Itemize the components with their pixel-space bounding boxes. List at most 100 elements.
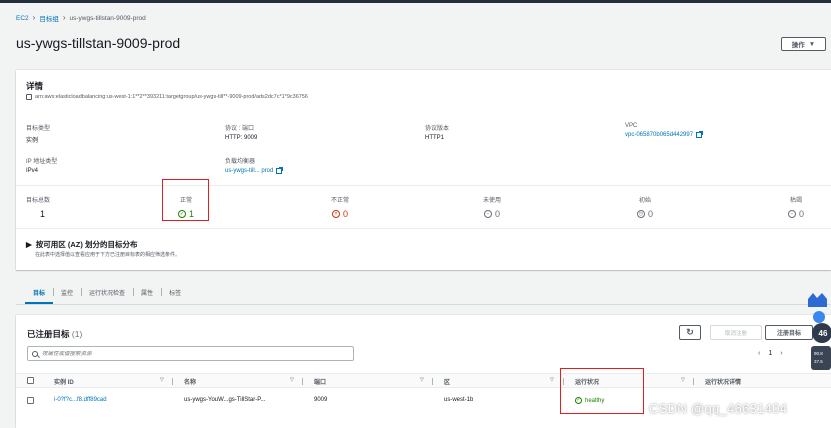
stat-unhealthy[interactable]: 不正常 × 0 bbox=[320, 195, 360, 219]
stat-initial-value: 0 bbox=[647, 209, 653, 219]
load-balancer-label: 负载均衡器 bbox=[225, 159, 256, 165]
column-divider bbox=[172, 378, 173, 385]
ip-type-label: IP 地址类型 bbox=[26, 159, 58, 165]
external-link-icon bbox=[276, 167, 284, 174]
upload-speed: 90.8 bbox=[814, 351, 823, 356]
ip-type: IP 地址类型 IPv4 bbox=[26, 156, 57, 174]
sort-icon[interactable]: ▽ bbox=[420, 377, 424, 383]
select-all-checkbox[interactable] bbox=[27, 377, 34, 384]
highlight-box bbox=[560, 368, 644, 414]
prev-page-icon[interactable]: ‹ bbox=[758, 350, 760, 357]
instance-zone: us-west-1b bbox=[444, 397, 474, 403]
stat-initial-label: 初始 bbox=[638, 198, 651, 204]
protocol-port-value: HTTP: 9009 bbox=[225, 135, 258, 141]
details-panel: 详情 arn:aws:elasticloadbalancing:us-west-… bbox=[16, 70, 831, 270]
actions-label: 操作 bbox=[791, 42, 805, 49]
az-description: 在此表中选择值以查看应用于下方已注册目标表的相应筛选条件。 bbox=[35, 252, 181, 258]
protocol-port: 协议 : 端口 HTTP: 9009 bbox=[225, 123, 257, 141]
stat-unhealthy-value: 0 bbox=[342, 209, 348, 219]
az-distribution-toggle[interactable]: ▶ 按可用区 (AZ) 划分的目标分布 bbox=[26, 239, 137, 250]
stat-unused[interactable]: 未使用 − 0 bbox=[472, 195, 512, 219]
tab-tags[interactable]: 标签 bbox=[161, 288, 189, 304]
load-balancer-link[interactable]: us-ywgs-till... prod bbox=[225, 167, 284, 174]
stat-unused-label: 未使用 bbox=[482, 198, 501, 204]
vpc-value: vpc-065870b065d442997 bbox=[625, 132, 694, 138]
actions-button[interactable]: 操作 ▼ bbox=[781, 37, 826, 51]
targets-heading: 已注册目标 (1) bbox=[27, 328, 82, 340]
stat-total-label: 目标总数 bbox=[26, 198, 51, 204]
column-divider bbox=[693, 378, 694, 385]
protocol-port-label: 协议 : 端口 bbox=[225, 126, 255, 132]
tab-targets[interactable]: 目标 bbox=[25, 288, 54, 304]
pagination: ‹ 1 › bbox=[758, 350, 783, 357]
target-type-label: 目标类型 bbox=[26, 126, 51, 132]
stat-draining-label: 枯竭 bbox=[789, 198, 802, 204]
breadcrumb-target-groups[interactable]: 目标组 bbox=[39, 13, 59, 23]
stat-draining[interactable]: 枯竭 − 0 bbox=[776, 195, 816, 219]
vpc-label: VPC bbox=[625, 123, 638, 129]
clock-icon: ◷ bbox=[636, 210, 645, 218]
instance-id-link[interactable]: i-0?f?c...f8.dff89cad bbox=[54, 397, 107, 403]
deregister-button[interactable]: 取消注册 bbox=[710, 325, 762, 340]
next-page-icon[interactable]: › bbox=[780, 350, 782, 357]
stat-initial[interactable]: 初始 ◷ 0 bbox=[625, 195, 665, 219]
page-title: us-ywgs-tillstan-9009-prod bbox=[16, 35, 181, 51]
az-title: 按可用区 (AZ) 划分的目标分布 bbox=[35, 240, 138, 249]
divider bbox=[16, 228, 831, 229]
refresh-icon: ↻ bbox=[686, 327, 694, 337]
error-circle-icon: × bbox=[331, 210, 340, 218]
sort-icon[interactable]: ▽ bbox=[550, 377, 554, 383]
download-speed: 37.5 bbox=[814, 359, 823, 364]
watermark: CSDN @qq_46631404 bbox=[649, 401, 788, 416]
minus-circle-icon: − bbox=[483, 210, 492, 218]
target-type-value: 实例 bbox=[26, 138, 39, 144]
divider bbox=[16, 185, 831, 186]
load-balancer: 负载均衡器 us-ywgs-till... prod bbox=[225, 156, 284, 174]
column-zone[interactable]: 区 bbox=[444, 377, 450, 386]
stat-total-value: 1 bbox=[40, 209, 46, 219]
speed-panel bbox=[811, 346, 831, 370]
external-link-icon bbox=[696, 131, 704, 138]
stat-total: 目标总数 1 bbox=[26, 195, 56, 219]
search-field[interactable] bbox=[27, 346, 354, 361]
sort-icon[interactable]: ▽ bbox=[290, 377, 294, 383]
sort-icon[interactable]: ▽ bbox=[681, 377, 685, 383]
network-speed-widget[interactable]: 46 90.8 37.5 bbox=[806, 293, 831, 373]
breadcrumb: EC2 › 目标组 › us-ywgs-tillstan-9009-prod bbox=[16, 13, 146, 24]
tab-bar: 目标 监控 运行状况检查 属性 标签 bbox=[16, 283, 831, 305]
minus-circle-icon: − bbox=[787, 210, 796, 218]
instance-name: us-ywgs-YouW...gs-TillStar-P... bbox=[184, 397, 266, 403]
column-instance-id[interactable]: 实例 ID bbox=[54, 377, 74, 386]
refresh-button[interactable]: ↻ bbox=[679, 325, 701, 340]
targets-count: (1) bbox=[71, 329, 83, 339]
load-balancer-value: us-ywgs-till... prod bbox=[225, 168, 274, 174]
stat-draining-value: 0 bbox=[798, 209, 804, 219]
percent-text: 46 bbox=[819, 329, 828, 338]
row-checkbox[interactable] bbox=[27, 397, 34, 404]
instance-port: 9009 bbox=[314, 397, 328, 403]
breadcrumb-current: us-ywgs-tillstan-9009-prod bbox=[69, 14, 146, 22]
caret-down-icon: ▼ bbox=[808, 40, 816, 48]
copy-icon[interactable] bbox=[26, 94, 32, 100]
stat-unhealthy-label: 不正常 bbox=[330, 198, 349, 204]
tab-health-checks[interactable]: 运行状况检查 bbox=[81, 288, 133, 304]
page-number[interactable]: 1 bbox=[768, 350, 772, 357]
search-input[interactable] bbox=[42, 350, 342, 357]
tab-monitoring[interactable]: 监控 bbox=[53, 288, 81, 304]
arn-text: arn:aws:elasticloadbalancing:us-west-1:1… bbox=[35, 94, 308, 100]
caret-right-icon: ▶ bbox=[26, 240, 32, 249]
table-header: 实例 ID ▽ 名称 ▽ 端口 ▽ 区 ▽ 运行状况 ▽ 运行状况详情 bbox=[16, 373, 831, 388]
targets-heading-text: 已注册目标 bbox=[27, 329, 70, 339]
column-name[interactable]: 名称 bbox=[184, 377, 196, 386]
highlight-box bbox=[162, 179, 209, 221]
protocol-version: 协议版本 HTTP1 bbox=[425, 123, 449, 141]
column-health-details[interactable]: 运行状况详情 bbox=[705, 377, 741, 386]
breadcrumb-ec2[interactable]: EC2 bbox=[16, 15, 29, 22]
protocol-version-label: 协议版本 bbox=[425, 126, 450, 132]
sort-icon[interactable]: ▽ bbox=[160, 377, 164, 383]
column-port[interactable]: 端口 bbox=[314, 377, 326, 386]
tab-attributes[interactable]: 属性 bbox=[133, 288, 161, 304]
vpc-link[interactable]: vpc-065870b065d442997 bbox=[625, 131, 704, 138]
cat-mascot-icon bbox=[808, 293, 827, 307]
ip-type-value: IPv4 bbox=[26, 168, 39, 174]
